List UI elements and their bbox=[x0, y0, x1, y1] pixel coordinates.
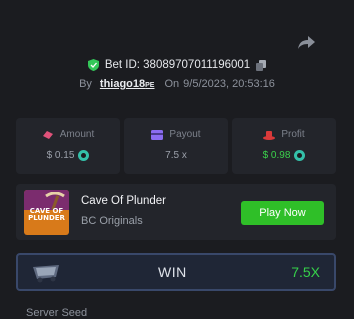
game-thumbnail[interactable]: CAVE OF PLUNDER bbox=[24, 190, 69, 235]
bet-stats: Amount $ 0.15 Payout 7.5 x Profit $ 0.98 bbox=[16, 118, 336, 174]
username-suffix: PE bbox=[145, 82, 155, 89]
bet-date: 9/5/2023, 20:53:16 bbox=[183, 78, 275, 90]
bet-id-text: Bet ID: 38089707011196001 bbox=[104, 59, 251, 71]
bc-coin-icon bbox=[294, 150, 306, 161]
profit-value: $ 0.98 bbox=[262, 150, 291, 161]
username-text: thiago18 bbox=[99, 78, 146, 90]
server-seed-label: Server Seed bbox=[26, 307, 88, 319]
by-label: By bbox=[79, 78, 92, 90]
amount-chips-icon bbox=[42, 130, 53, 139]
game-category: BC Originals bbox=[81, 215, 143, 227]
copy-icon[interactable] bbox=[256, 59, 267, 71]
win-multiplier: 7.5X bbox=[291, 264, 320, 280]
stat-profit: Profit $ 0.98 bbox=[232, 118, 336, 174]
share-icon[interactable] bbox=[297, 33, 317, 51]
verified-shield-icon bbox=[87, 59, 99, 71]
payout-value: 7.5 x bbox=[165, 150, 187, 161]
profit-hat-icon bbox=[263, 130, 276, 140]
bet-byline: By thiago18PE On 9/5/2023, 20:53:16 bbox=[0, 76, 354, 92]
win-result-banner: WIN 7.5X bbox=[16, 253, 336, 291]
bet-id-row: Bet ID: 38089707011196001 bbox=[0, 57, 354, 73]
game-thumb-text: CAVE OF PLUNDER bbox=[28, 207, 65, 222]
amount-label: Amount bbox=[59, 129, 95, 140]
amount-value: $ 0.15 bbox=[46, 150, 75, 161]
on-label: On bbox=[164, 78, 180, 90]
payout-label: Payout bbox=[169, 129, 201, 140]
win-label: WIN bbox=[158, 264, 187, 280]
game-name: Cave Of Plunder bbox=[81, 195, 167, 207]
minecart-icon bbox=[33, 265, 59, 283]
game-card: CAVE OF PLUNDER Cave Of Plunder BC Origi… bbox=[16, 184, 336, 240]
payout-card-icon bbox=[151, 129, 164, 140]
username-link[interactable]: thiago18PE bbox=[100, 78, 155, 90]
stat-payout: Payout 7.5 x bbox=[124, 118, 228, 174]
play-now-button[interactable]: Play Now bbox=[241, 201, 324, 225]
profit-label: Profit bbox=[281, 129, 305, 140]
bc-coin-icon bbox=[78, 150, 90, 161]
stat-amount: Amount $ 0.15 bbox=[16, 118, 120, 174]
